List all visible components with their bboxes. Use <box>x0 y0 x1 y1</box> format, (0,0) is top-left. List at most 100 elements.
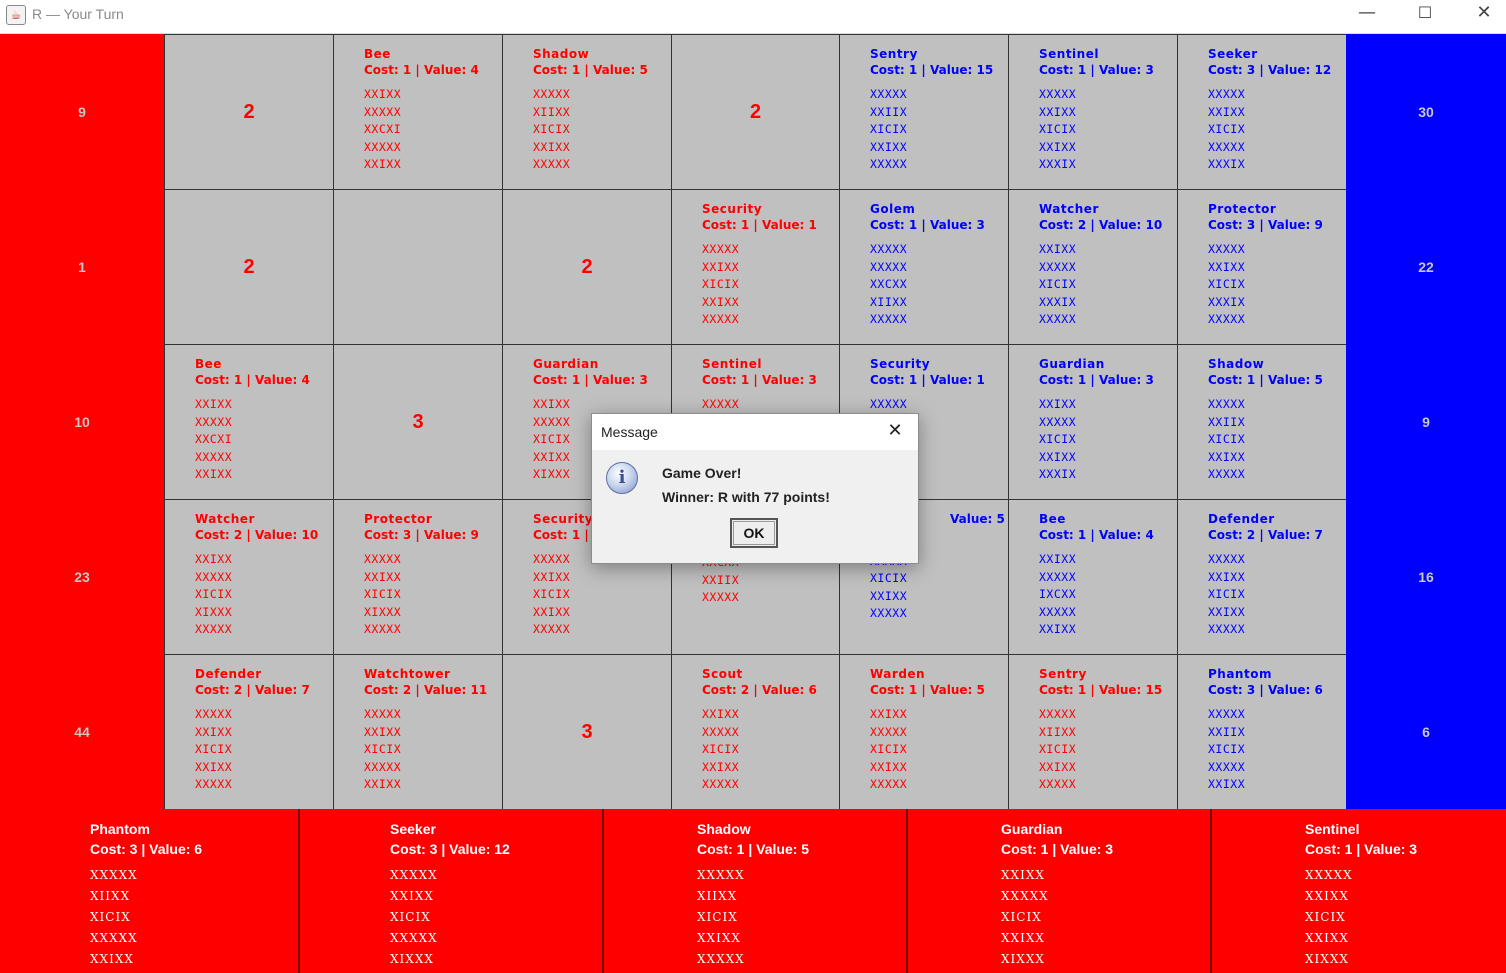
card-stats: Cost: 3 | Value: 6 <box>1208 683 1323 697</box>
pattern-row: XXXXX <box>1208 242 1246 256</box>
pattern-row: XICIX <box>1039 122 1077 136</box>
pattern-row: XXXXX <box>702 724 740 739</box>
board-cell-count[interactable]: 2 <box>502 189 671 344</box>
red-score: 23 <box>74 569 90 585</box>
red-score: 9 <box>78 104 86 120</box>
board-card[interactable]: Security Cost: 1 | Value: 1 XXXXX XXIXX XICI… <box>671 189 839 344</box>
pattern-row: XXXXX <box>870 397 908 411</box>
pattern-row: XXXXX <box>870 242 908 256</box>
minimize-button[interactable]: — <box>1338 0 1396 28</box>
dialog-close-icon[interactable]: ✕ <box>884 420 906 442</box>
blue-score: 22 <box>1418 259 1434 275</box>
board-card[interactable]: Shadow Cost: 1 | Value: 5 XXXXX XXIIX XICIX X… <box>1177 344 1346 499</box>
board-cell-count[interactable]: 2 <box>164 34 333 189</box>
board-card[interactable]: Scout Cost: 2 | Value: 6 XXIXX XXXXX XICIX XX… <box>671 654 839 809</box>
card-name: Security <box>870 357 931 371</box>
close-button[interactable]: ✕ <box>1455 0 1506 28</box>
card-pattern: XXXXX XXIXX XICIX XXIXX XXXXX <box>195 706 310 794</box>
card-pattern: XXIXX XXXXX IXCXX XXXXX XXIXX <box>1039 551 1154 639</box>
card-stats: Cost: 1 | Value: 3 <box>1039 373 1154 387</box>
pattern-row: XXXXX <box>1039 569 1077 584</box>
board-cell-count[interactable]: 3 <box>502 654 671 809</box>
pattern-row: XXXXX <box>1039 259 1077 274</box>
pattern-row: XIXXX <box>1001 952 1045 966</box>
pattern-row: XXXXX <box>195 622 233 636</box>
hand-card[interactable]: Phantom Cost: 3 | Value: 6 XXXXX XIIXX XICIX… <box>0 809 300 973</box>
board-cell-count[interactable]: 2 <box>671 34 839 189</box>
pattern-row: XXXXX <box>90 868 138 882</box>
board-card[interactable]: Watcher Cost: 2 | Value: 10 XXIXX XXXXX XICI… <box>164 499 333 654</box>
hand-card[interactable]: Shadow Cost: 1 | Value: 5 XXXXX XIIXX XICIX X… <box>604 809 908 973</box>
card-name: Warden <box>870 667 926 681</box>
hand-card[interactable]: Sentinel Cost: 1 | Value: 3 XXXXX XXIXX XICI… <box>1212 809 1506 973</box>
pattern-row: XXIXX <box>702 294 740 309</box>
card-name: Security <box>702 202 763 216</box>
pattern-row: XXXXX <box>1208 397 1246 411</box>
pattern-row: XXIXX <box>533 139 571 154</box>
board-cell-empty[interactable] <box>333 189 502 344</box>
pattern-row: XICIX <box>1039 742 1077 756</box>
blue-score-panel: 30 22 9 16 6 <box>1346 34 1506 809</box>
pattern-row: XXIXX <box>1208 104 1246 119</box>
pattern-row: XIXXX <box>390 952 434 966</box>
board-card[interactable]: Defender Cost: 2 | Value: 7 XXXXX XXIXX XICI… <box>1177 499 1346 654</box>
hand-card-name: Guardian <box>1001 821 1063 837</box>
board-card[interactable]: Watchtower Cost: 2 | Value: 11 XXXXX XXIXX X… <box>333 654 502 809</box>
pattern-row: XXIXX <box>870 759 908 774</box>
hand-card-name: Sentinel <box>1305 821 1360 837</box>
red-score-panel: 9 1 10 23 44 <box>0 34 164 809</box>
card-content: Warden Cost: 1 | Value: 5 XXIXX XXXXX XICIX X… <box>870 666 985 794</box>
card-content: Watcher Cost: 2 | Value: 10 XXIXX XXXXX XICI… <box>1039 201 1162 329</box>
card-pattern: XXXXX XXIXX XICIX XXIXX XXXIX <box>1039 86 1154 174</box>
board-card[interactable]: Defender Cost: 2 | Value: 7 XXXXX XXIXX XICI… <box>164 654 333 809</box>
pattern-row: XXCXI <box>364 122 402 136</box>
cell-count: 2 <box>243 100 255 123</box>
board-cell-count[interactable]: 3 <box>333 344 502 499</box>
card-pattern: XXIXX XXXXX XICIX XIXXX XXXXX <box>195 551 318 639</box>
blue-score: 16 <box>1418 569 1434 585</box>
card-stats: Value: 5 <box>950 512 1005 526</box>
pattern-row: XXXXX <box>195 707 233 721</box>
card-stats: Cost: 1 | Value: 3 <box>1039 63 1154 77</box>
pattern-row: XXIXX <box>1208 569 1246 584</box>
board-card[interactable]: Watcher Cost: 2 | Value: 10 XXIXX XXXXX XICI… <box>1008 189 1177 344</box>
pattern-row: XXIXX <box>195 397 233 411</box>
pattern-row: XXIXX <box>533 569 571 584</box>
ok-button[interactable]: OK <box>730 518 778 548</box>
board-card[interactable]: Bee Cost: 1 | Value: 4 XXIXX XXXXX XXCXI XXXX… <box>164 344 333 499</box>
board-card[interactable]: Protector Cost: 3 | Value: 9 XXXXX XXIXX XIC… <box>1177 189 1346 344</box>
card-content: Guardian Cost: 1 | Value: 3 XXIXX XXXXX XICI… <box>1039 356 1154 484</box>
pattern-row: XXXXX <box>702 312 740 326</box>
board-card[interactable]: Shadow Cost: 1 | Value: 5 XXXXX XIIXX XICIX X… <box>502 34 671 189</box>
card-stats: Cost: 3 | Value: 12 <box>1208 63 1332 77</box>
hand-card[interactable]: Guardian Cost: 1 | Value: 3 XXIXX XXXXX XICI… <box>908 809 1212 973</box>
board-card[interactable]: Sentinel Cost: 1 | Value: 3 XXXXX XXIXX XICI… <box>1008 34 1177 189</box>
board-card[interactable]: Sentry Cost: 1 | Value: 15 XXXXX XIIXX XICIX… <box>1008 654 1177 809</box>
hand-card-stats: Cost: 1 | Value: 3 <box>1305 841 1418 857</box>
board-card[interactable]: Sentry Cost: 1 | Value: 15 XXXXX XXIIX XICIX… <box>839 34 1008 189</box>
board-cell-count[interactable]: 2 <box>164 189 333 344</box>
board-card[interactable]: Golem Cost: 1 | Value: 3 XXXXX XXXXX XXCXX XI… <box>839 189 1008 344</box>
hand-card[interactable]: Seeker Cost: 3 | Value: 12 XXXXX XXIXX XICIX… <box>300 809 604 973</box>
card-stats: Cost: 2 | Value: 11 <box>364 683 488 697</box>
card-content: Phantom Cost: 3 | Value: 6 XXXXX XXIIX XICIX… <box>1208 666 1323 794</box>
board-card[interactable]: Guardian Cost: 1 | Value: 3 XXIXX XXXXX XICI… <box>1008 344 1177 499</box>
board-card[interactable]: Bee Cost: 1 | Value: 4 XXIXX XXXXX XXCXI XXXX… <box>333 34 502 189</box>
board-card[interactable]: Warden Cost: 1 | Value: 5 XXIXX XXXXX XICIX X… <box>839 654 1008 809</box>
card-stats: Cost: 1 | Value: 1 <box>870 373 985 387</box>
maximize-button[interactable]: ☐ <box>1396 0 1454 28</box>
board-card[interactable]: Bee Cost: 1 | Value: 4 XXIXX XXXXX IXCXX XXXX… <box>1008 499 1177 654</box>
board-card[interactable]: Phantom Cost: 3 | Value: 6 XXXXX XXIIX XICIX… <box>1177 654 1346 809</box>
card-stats: Cost: 1 | Value: 5 <box>1208 373 1323 387</box>
card-content: Protector Cost: 3 | Value: 9 XXXXX XXIXX XIC… <box>1208 201 1323 329</box>
card-stats: Cost: 1 | Value: 3 <box>870 218 985 232</box>
board-card[interactable]: Protector Cost: 3 | Value: 9 XXXXX XXIXX XIC… <box>333 499 502 654</box>
pattern-row: XXIXX <box>1208 604 1246 619</box>
pattern-row: XIXXX <box>1305 952 1349 966</box>
pattern-row: XICIX <box>195 742 233 756</box>
card-content: Sentry Cost: 1 | Value: 15 XXXXX XIIXX XICIX… <box>1039 666 1162 794</box>
pattern-row: XICIX <box>390 910 431 924</box>
pattern-row: XXIXX <box>1039 397 1077 411</box>
board-card[interactable]: Seeker Cost: 3 | Value: 12 XXXXX XXIXX XICIX… <box>1177 34 1346 189</box>
pattern-row: XIIXX <box>90 889 131 903</box>
